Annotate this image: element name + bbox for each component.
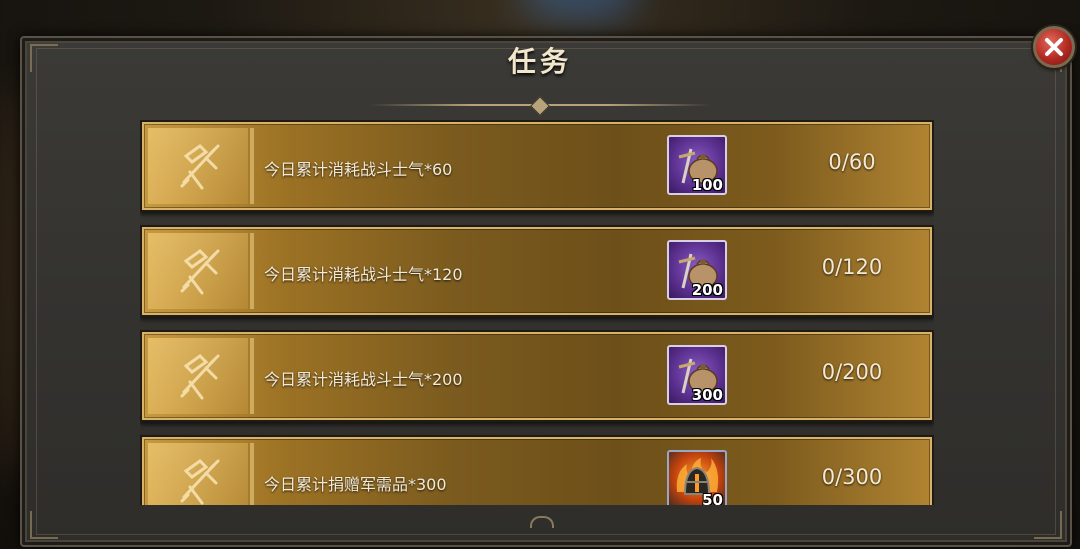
background-glow — [520, 0, 640, 20]
task-description: 今日累计捐赠军需品*300 — [264, 475, 447, 494]
reward-item[interactable]: 300 — [667, 345, 727, 405]
reward-quantity: 300 — [691, 386, 723, 404]
task-progress: 0/300 — [821, 465, 883, 489]
task-list[interactable]: 今日累计消耗战斗士气*60 100 0/60 今日累计消耗战斗士气*120 20… — [140, 120, 934, 505]
task-progress: 0/120 — [821, 255, 883, 279]
close-icon — [1045, 38, 1063, 56]
sword-scroll-icon — [180, 144, 220, 190]
close-button[interactable] — [1033, 26, 1075, 68]
task-row[interactable]: 今日累计消耗战斗士气*200 300 0/200 — [140, 330, 934, 422]
sword-scroll-icon — [180, 354, 220, 400]
task-description: 今日累计消耗战斗士气*120 — [264, 265, 463, 284]
task-row[interactable]: 今日累计消耗战斗士气*60 100 0/60 — [140, 120, 934, 212]
reward-item[interactable]: 100 — [667, 135, 727, 195]
task-progress: 0/200 — [821, 360, 883, 384]
task-row[interactable]: 今日累计捐赠军需品*300 50 0/300 — [140, 435, 934, 505]
panel-corner — [1034, 511, 1062, 539]
panel-title: 任务 — [507, 45, 572, 78]
reward-quantity: 200 — [691, 281, 723, 299]
reward-item[interactable]: 200 — [667, 240, 727, 300]
bottom-ornament — [530, 516, 554, 528]
reward-quantity: 50 — [702, 491, 723, 505]
task-description: 今日累计消耗战斗士气*200 — [264, 370, 463, 389]
reward-quantity: 100 — [691, 176, 723, 194]
task-description: 今日累计消耗战斗士气*60 — [264, 160, 453, 179]
task-row[interactable]: 今日累计消耗战斗士气*120 200 0/120 — [140, 225, 934, 317]
sword-scroll-icon — [180, 459, 220, 505]
reward-item[interactable]: 50 — [667, 450, 727, 505]
panel-corner — [30, 511, 58, 539]
task-progress: 0/60 — [828, 150, 876, 174]
sword-scroll-icon — [180, 249, 220, 295]
